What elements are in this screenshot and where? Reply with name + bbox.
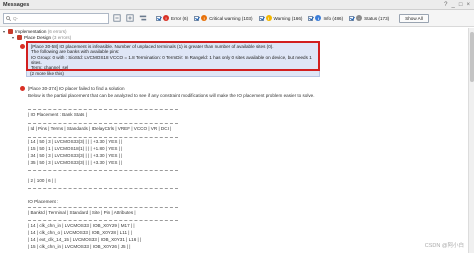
show-all-button[interactable]: Show All bbox=[399, 13, 429, 23]
filter-critical-warning[interactable]: ! Critical warning (103) bbox=[194, 15, 253, 21]
collapse-all-icon[interactable] bbox=[112, 13, 122, 23]
error-icon bbox=[20, 44, 25, 49]
log-separator: +---------------------------------------… bbox=[28, 220, 178, 221]
filter-warning-label: Warning (166) bbox=[273, 15, 303, 21]
message-title[interactable]: [Place 30-374] IO placer failed to find … bbox=[28, 86, 125, 91]
filter-status[interactable]: · Status (173) bbox=[349, 15, 389, 21]
log-line: | 34 | 50 | 3 | LVCMOS33(3) | | | +3.30 … bbox=[28, 153, 123, 158]
tree-node-count: (3 errors) bbox=[52, 35, 72, 40]
place-design-icon bbox=[17, 35, 22, 40]
maximize-button[interactable]: □ bbox=[459, 2, 463, 8]
log-line: | 15 | 50 | 1 | LVCMOS18(1) | | | +1.80 … bbox=[28, 146, 123, 151]
message-line: Term: channel_sel bbox=[31, 65, 69, 71]
help-button[interactable]: ? bbox=[444, 2, 447, 8]
minimize-button[interactable]: _ bbox=[452, 2, 455, 8]
collapse-icon[interactable]: ▾ bbox=[12, 35, 16, 40]
filter-status-checkbox[interactable] bbox=[349, 15, 355, 21]
filter-info-label: Info (486) bbox=[323, 15, 344, 21]
log-separator: +---------------------------------------… bbox=[28, 170, 178, 171]
messages-titlebar: Messages ? _ □ × bbox=[0, 0, 474, 10]
info-icon: i bbox=[315, 15, 322, 21]
log-line: | 14 | ext_clk_14_15 | LVCMOS33 | IOB_X0… bbox=[28, 237, 142, 242]
critical-warning-icon: ! bbox=[201, 15, 208, 21]
log-line: | IO Placement : Bank Stats | bbox=[28, 112, 87, 117]
filter-error[interactable]: ! Error (6) bbox=[156, 15, 188, 21]
filter-critical-warning-label: Critical warning (103) bbox=[209, 15, 253, 21]
log-separator: +---------------------------------------… bbox=[28, 109, 178, 110]
error-icon: ! bbox=[163, 15, 169, 21]
scrollbar-thumb[interactable] bbox=[470, 32, 474, 82]
filter-warning-checkbox[interactable] bbox=[258, 15, 264, 21]
log-separator: +---------------------------------------… bbox=[28, 137, 178, 138]
log-line: IO Placement : bbox=[28, 199, 59, 204]
selected-message[interactable]: [Place 30-58] IO placement is infeasible… bbox=[26, 41, 320, 71]
filter-status-label: Status (173) bbox=[364, 15, 390, 21]
implementation-icon bbox=[8, 29, 13, 34]
log-line: | Id | Pins | Terms | Standards | IDelay… bbox=[28, 126, 172, 131]
group-icon[interactable] bbox=[138, 13, 148, 23]
tree-node-label: Place Design bbox=[24, 35, 52, 40]
log-line: | 35 | 50 | 3 | LVCMOS33(3) | | | +3.30 … bbox=[28, 160, 123, 165]
filter-info-checkbox[interactable] bbox=[308, 15, 314, 21]
severity-filters: ! Error (6) ! Critical warning (103) ! W… bbox=[156, 13, 429, 23]
filter-critical-warning-checkbox[interactable] bbox=[194, 15, 200, 21]
messages-toolbar: Q- ! Error (6) ! Critical warning (103) … bbox=[0, 10, 474, 27]
log-line: | 2 | 100 | 6 | | bbox=[28, 178, 56, 183]
error-icon bbox=[20, 86, 25, 91]
log-line: | 15 | clk_chn_in | LVCMOS33 | IOB_X0Y26… bbox=[28, 244, 131, 249]
collapse-icon[interactable]: ▾ bbox=[3, 29, 7, 34]
message-subtitle: Below is the partial placement that can … bbox=[28, 93, 315, 98]
search-placeholder: Q- bbox=[13, 15, 19, 21]
filter-error-label: Error (6) bbox=[171, 15, 189, 21]
vertical-scrollbar[interactable] bbox=[468, 28, 474, 253]
expand-all-icon[interactable] bbox=[125, 13, 135, 23]
close-button[interactable]: × bbox=[466, 2, 470, 8]
warning-icon: ! bbox=[265, 15, 272, 21]
status-icon: · bbox=[356, 15, 363, 21]
search-icon bbox=[6, 15, 11, 21]
message-line: IO Group: 0 with : SioStd: LVCMOS18 VCCO… bbox=[31, 54, 312, 65]
search-input[interactable]: Q- bbox=[3, 12, 109, 24]
more-like-this-link[interactable]: (2 more like this) bbox=[26, 71, 320, 77]
log-line: | BankId | Terminal | Standard | Site | … bbox=[28, 210, 136, 215]
tree-node-implementation[interactable]: ▾ Implementation (6 errors) bbox=[3, 29, 67, 34]
filter-info[interactable]: i Info (486) bbox=[308, 15, 343, 21]
filter-error-checkbox[interactable] bbox=[156, 15, 161, 21]
window-title: Messages bbox=[3, 1, 30, 8]
log-line: | 14 | 50 | 3 | LVCMOS33(3) | | | +3.30 … bbox=[28, 139, 123, 144]
window-controls: ? _ □ × bbox=[444, 2, 474, 8]
tree-node-label: Implementation bbox=[15, 29, 47, 34]
filter-warning[interactable]: ! Warning (166) bbox=[258, 15, 303, 21]
tree-node-count: (6 errors) bbox=[47, 29, 67, 34]
tree-node-place-design[interactable]: ▾ Place Design (3 errors) bbox=[12, 35, 71, 40]
log-separator: +---------------------------------------… bbox=[28, 123, 178, 124]
log-separator: +---------------------------------------… bbox=[28, 207, 178, 208]
log-line: | 14 | clk_chn_in | LVCMOS33 | IOB_X0Y29… bbox=[28, 223, 135, 228]
log-separator: +---------------------------------------… bbox=[28, 188, 178, 189]
log-line: | 14 | clk_chn_o | LVCMOS33 | IOB_X0Y28 … bbox=[28, 230, 132, 235]
watermark: CSDN @阿小白 bbox=[424, 243, 464, 249]
